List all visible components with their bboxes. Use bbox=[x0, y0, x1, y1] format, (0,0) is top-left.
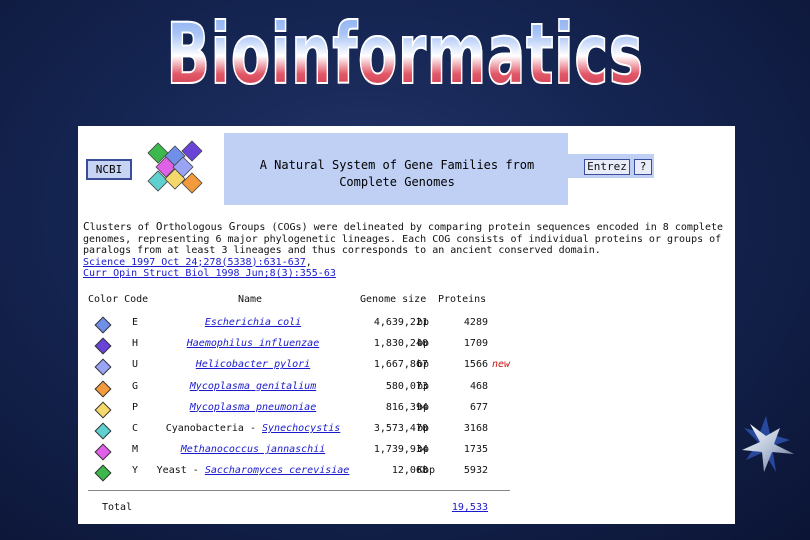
organism-link[interactable]: Escherichia coli bbox=[205, 317, 301, 328]
genome-size-unit: bp bbox=[417, 444, 430, 456]
cog-banner: A Natural System of Gene Families from C… bbox=[142, 133, 568, 205]
table-row: G Mycoplasma genitalium 580,073 bp 468 bbox=[78, 378, 735, 399]
header-genome-size: Genome size bbox=[360, 294, 427, 305]
table-row: U Helicobacter pylori 1,667,867 bp 1566 new bbox=[78, 356, 735, 377]
star-icon bbox=[742, 416, 794, 472]
genome-size: 1,830,240 bbox=[373, 338, 428, 350]
protein-count: 677 bbox=[469, 401, 488, 413]
genome-size: 580,073 bbox=[385, 380, 428, 392]
new-badge: new bbox=[492, 359, 511, 371]
organism-link[interactable]: Synechocystis bbox=[262, 423, 340, 434]
organism-group-prefix: Cyanobacteria - bbox=[165, 423, 263, 434]
color-diamond-icon bbox=[94, 380, 112, 398]
intro-ref-line-2: Curr Opin Struct Biol 1998 Jun;8(3):355-… bbox=[83, 268, 733, 280]
entrez-button[interactable]: Entrez bbox=[584, 159, 630, 175]
organism-name: Helicobacter pylori bbox=[133, 359, 373, 370]
protein-count: 468 bbox=[469, 380, 488, 392]
color-diamond-icon bbox=[94, 337, 112, 355]
table-row: H Haemophilus influenzae 1,830,240 bp 1709 bbox=[78, 335, 735, 356]
total-value-link[interactable]: 19,533 bbox=[438, 502, 488, 513]
organism-name: Escherichia coli bbox=[133, 317, 373, 328]
organism-name: Mycoplasma pneumoniae bbox=[133, 402, 373, 413]
genome-size: 1,667,867 bbox=[373, 359, 428, 371]
total-label: Total bbox=[102, 502, 133, 513]
color-diamond-icon bbox=[94, 422, 112, 440]
color-diamond-icon bbox=[94, 401, 112, 419]
banner-title-line-1: A Natural System of Gene Families from bbox=[259, 158, 535, 172]
table-row: E Escherichia coli 4,639,221 bp 4289 bbox=[78, 314, 735, 335]
intro-text-lusters: lusters of bbox=[89, 222, 156, 233]
cog-web-page: NCBI A Natural System of Gene Families f… bbox=[78, 126, 735, 524]
organism-name: Haemophilus influenzae bbox=[133, 338, 373, 349]
table-divider bbox=[88, 490, 510, 491]
organism-name: Cyanobacteria - Synechocystis bbox=[133, 423, 373, 434]
genome-size: 1,739,934 bbox=[373, 444, 428, 456]
intro-line-3: paralogs from at least 3 lineages and th… bbox=[83, 245, 601, 256]
genome-size-unit: bp bbox=[417, 359, 430, 371]
intro-line-2: genomes, representing 6 major phylogenet… bbox=[83, 233, 722, 245]
genome-size: 4,639,221 bbox=[373, 317, 428, 328]
ncbi-button[interactable]: NCBI bbox=[86, 159, 132, 180]
table-row: M Methanococcus jannaschii 1,739,934 bp 1735 bbox=[78, 441, 735, 462]
genome-size-unit: bp bbox=[417, 338, 430, 350]
protein-count: 5932 bbox=[463, 465, 488, 477]
genome-size: 12,068 bbox=[391, 465, 428, 477]
protein-count: 1735 bbox=[463, 444, 488, 456]
color-diamond-icon bbox=[94, 358, 112, 376]
table-row: Y Yeast - Saccharomyces cerevisiae 12,068 K… bbox=[78, 462, 735, 483]
genome-size: 3,573,470 bbox=[373, 423, 428, 434]
intro-ref-line-1: Science 1997 Oct 24;278(5338):631-637, bbox=[83, 257, 733, 269]
intro-text-rthologous: rthologous bbox=[162, 222, 229, 233]
banner-title: A Natural System of Gene Families from C… bbox=[226, 157, 568, 191]
header-name: Name bbox=[238, 294, 263, 305]
genome-size-unit: bp bbox=[417, 401, 430, 413]
organism-link[interactable]: Haemophilus influenzae bbox=[187, 338, 319, 349]
organism-link[interactable]: Mycoplasma genitalium bbox=[190, 381, 316, 392]
protein-count: 3168 bbox=[463, 423, 488, 434]
genome-size-unit: bp bbox=[417, 380, 430, 392]
organism-link[interactable]: Saccharomyces cerevisiae bbox=[205, 465, 350, 476]
genome-size-unit: bp bbox=[417, 317, 430, 328]
ref-comma: , bbox=[305, 256, 312, 268]
organism-link[interactable]: Methanococcus jannaschii bbox=[181, 444, 326, 455]
organism-link[interactable]: Mycoplasma pneumoniae bbox=[190, 402, 316, 413]
genome-size-unit: Kbp bbox=[417, 465, 436, 477]
table-row: P Mycoplasma pneumoniae 816,394 bp 677 bbox=[78, 399, 735, 420]
organism-name: Methanococcus jannaschii bbox=[133, 444, 373, 455]
help-button[interactable]: ? bbox=[634, 159, 652, 175]
intro-initial-c: C bbox=[83, 220, 90, 233]
science-ref-link[interactable]: Science 1997 Oct 24;278(5338):631-637 bbox=[83, 257, 306, 268]
genome-size: 816,394 bbox=[385, 401, 428, 413]
protein-count: 1709 bbox=[463, 338, 488, 350]
genome-size-unit: bp bbox=[417, 423, 430, 434]
table-row: C Cyanobacteria - Synechocystis 3,573,470 b… bbox=[78, 420, 735, 441]
organism-link[interactable]: Helicobacter pylori bbox=[196, 359, 310, 370]
protein-count: 1566 bbox=[463, 359, 488, 371]
color-diamond-icon bbox=[94, 443, 112, 461]
intro-line-1: Clusters of Orthologous Groups (COGs) we… bbox=[83, 221, 733, 234]
header-proteins: Proteins bbox=[438, 294, 487, 305]
organism-group-prefix: Yeast - bbox=[156, 465, 205, 477]
organism-name: Yeast - Saccharomyces cerevisiae bbox=[133, 465, 373, 476]
banner-title-line-2: Complete Genomes bbox=[339, 175, 455, 189]
cog-logo-icon bbox=[142, 133, 224, 205]
intro-text-roups: roups (COGs) were delineated by comparin… bbox=[235, 222, 724, 233]
protein-count: 4289 bbox=[463, 317, 488, 328]
organism-name: Mycoplasma genitalium bbox=[133, 381, 373, 392]
curr-opin-ref-link[interactable]: Curr Opin Struct Biol 1998 Jun;8(3):355-… bbox=[83, 268, 336, 279]
header-color-code: Color Code bbox=[88, 294, 149, 305]
slide-title: Bioinformatics bbox=[130, 4, 681, 104]
color-diamond-icon bbox=[94, 464, 112, 482]
color-diamond-icon bbox=[94, 316, 112, 334]
intro-text: Clusters of Orthologous Groups (COGs) we… bbox=[83, 221, 733, 280]
